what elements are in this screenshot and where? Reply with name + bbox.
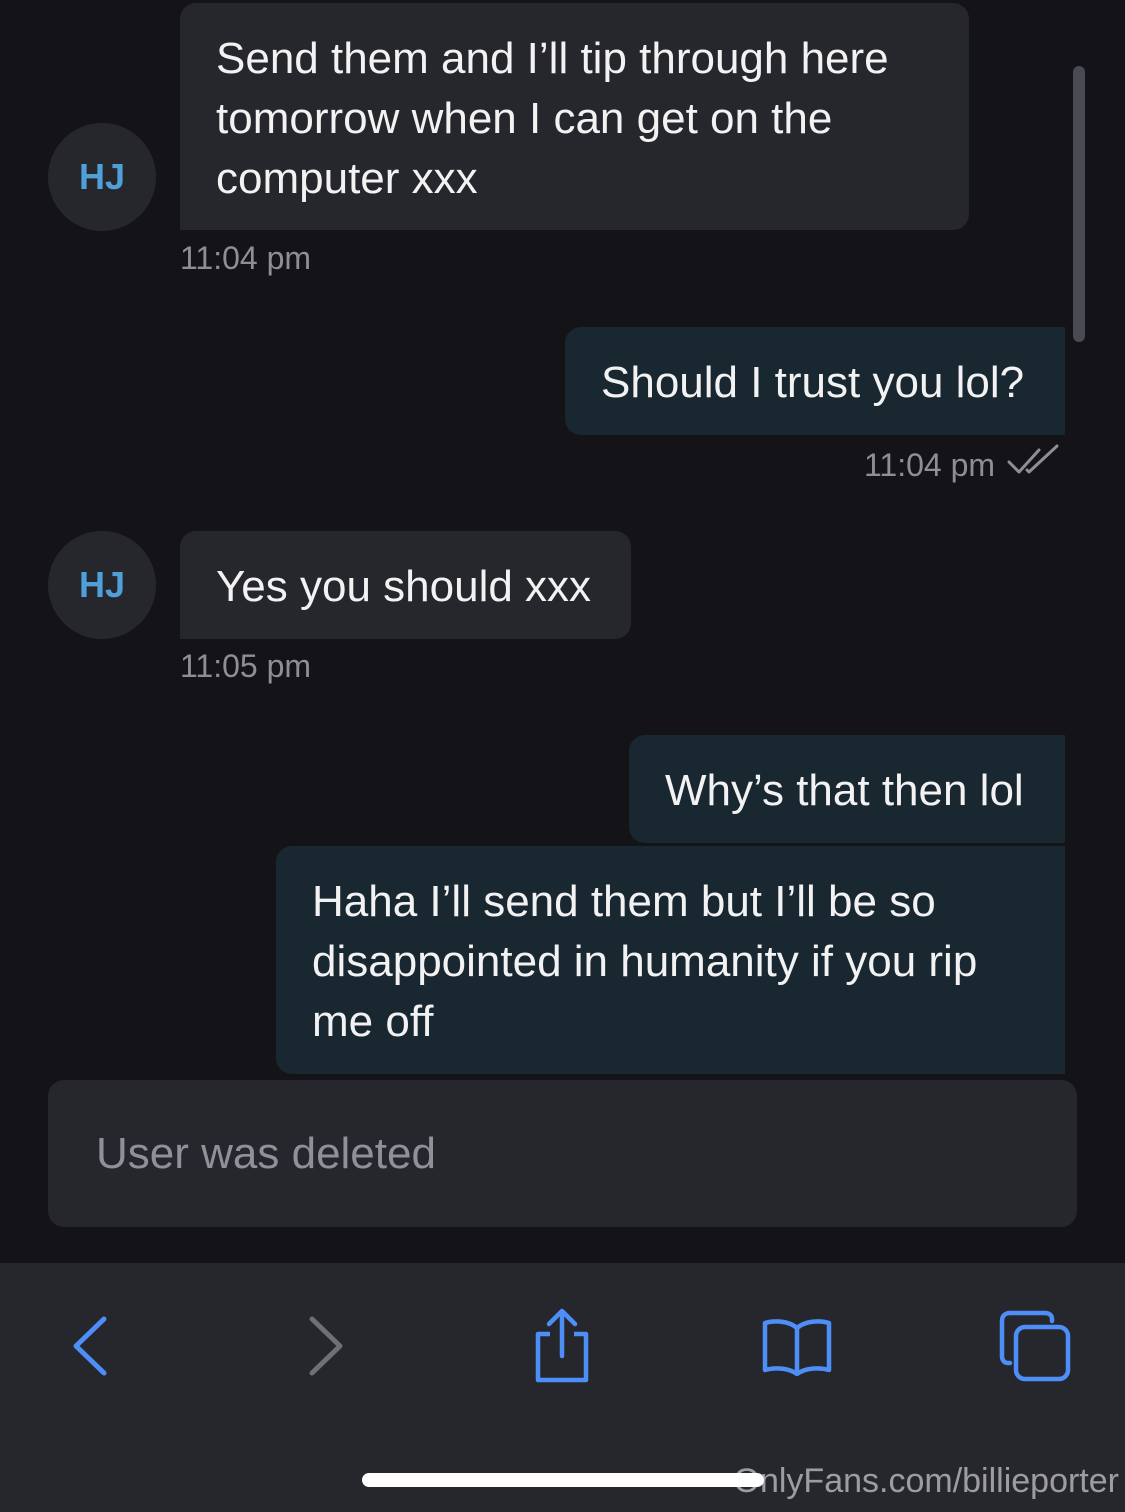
message-bubble-incoming: Send them and I’ll tip through here tomo… [180,3,969,230]
tabs-button[interactable] [990,1303,1080,1393]
chevron-left-icon [70,1315,110,1382]
avatar-initials: HJ [78,156,126,197]
message-bubble-incoming: Yes you should xxx [180,531,631,639]
message-text: Yes you should xxx [216,562,592,611]
forward-button[interactable] [281,1303,371,1393]
message-meta: 11:04 pm [864,444,1061,486]
message-timestamp: 11:04 pm [864,446,996,483]
watermark: OnlyFans.com/billieporter [733,1462,1119,1500]
chevron-right-icon [306,1315,346,1382]
message-timestamp: 11:04 pm [180,240,312,276]
avatar[interactable]: HJ [48,531,156,639]
message-bubble-outgoing: Why’s that then lol [629,735,1065,843]
scrollbar[interactable] [1073,66,1085,342]
avatar-initials: HJ [78,564,126,605]
message-text: Should I trust you lol? [601,358,1025,407]
message-bubble-outgoing: Haha I’ll send them but I’ll be so disap… [276,846,1065,1074]
bookmarks-button[interactable] [752,1303,842,1393]
message-text: Why’s that then lol [665,766,1024,815]
avatar[interactable]: HJ [48,123,156,231]
user-deleted-notice: User was deleted [48,1080,1077,1227]
message-text: Send them and I’ll tip through here tomo… [216,34,889,203]
share-icon [530,1308,594,1389]
home-indicator[interactable] [362,1473,764,1487]
double-check-icon [1007,444,1061,486]
message-timestamp: 11:05 pm [180,648,312,684]
tabs-icon [998,1309,1072,1388]
message-text: Haha I’ll send them but I’ll be so disap… [312,877,978,1046]
chat-screen: HJ Send them and I’ll tip through here t… [0,0,1125,1512]
book-icon [761,1316,833,1381]
message-bubble-outgoing: Should I trust you lol? [565,327,1065,435]
share-button[interactable] [517,1303,607,1393]
user-deleted-text: User was deleted [96,1128,436,1178]
back-button[interactable] [45,1303,135,1393]
